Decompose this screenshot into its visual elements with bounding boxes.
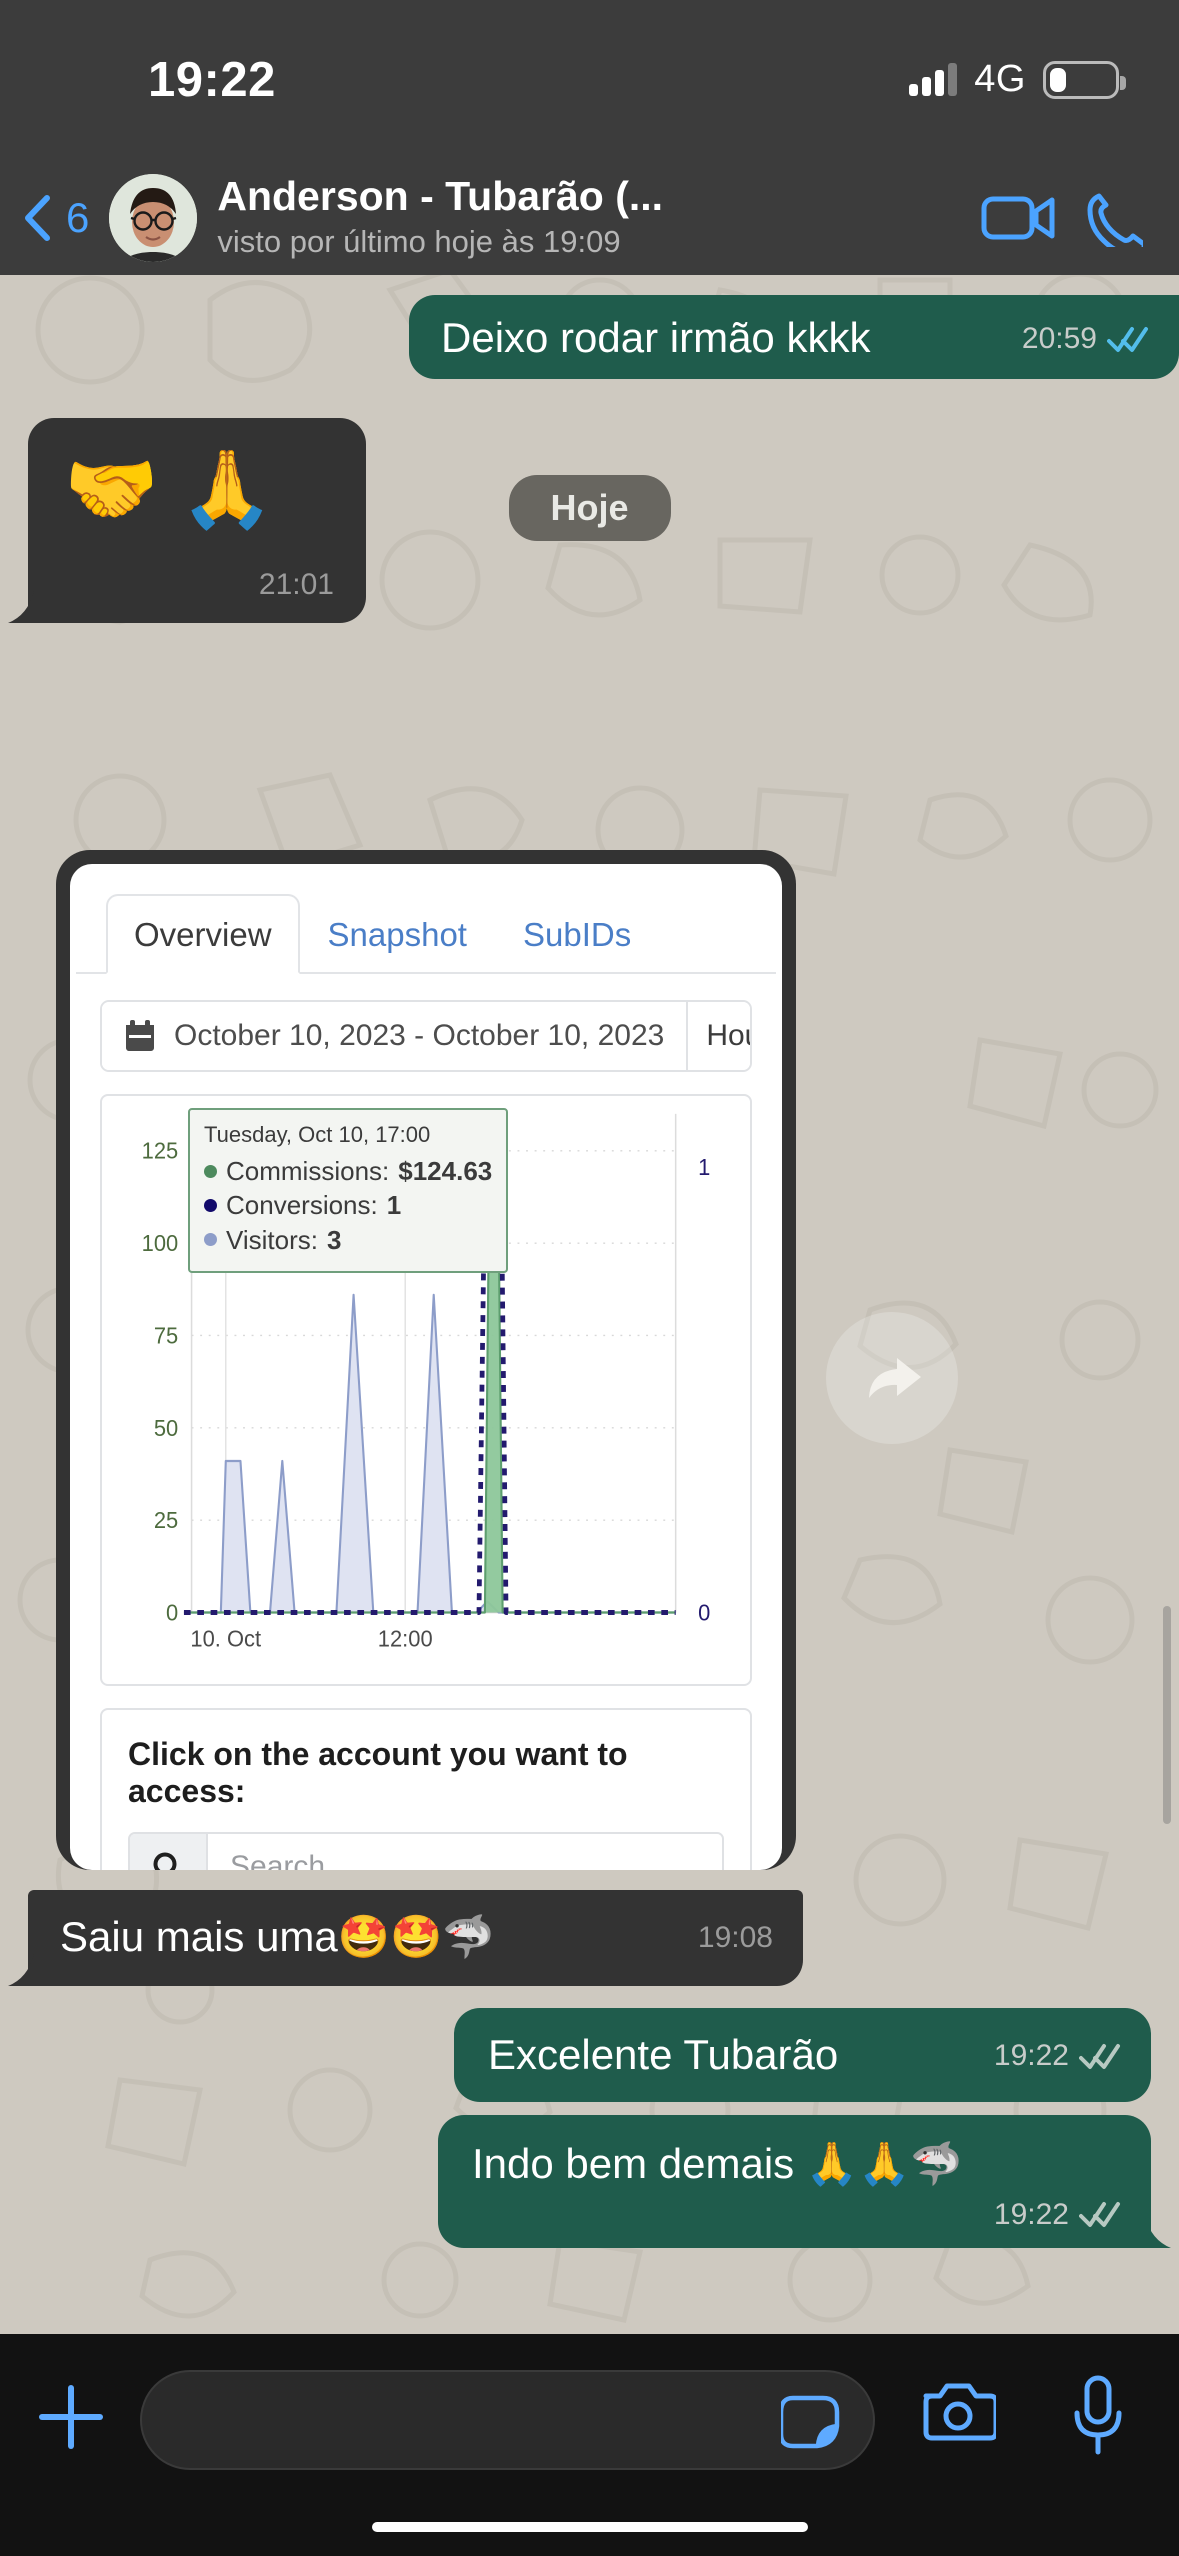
phone-screen: 19:22 4G 6 Anderson - Tubarão (... visto… — [0, 0, 1179, 2556]
message-bubble-outgoing[interactable]: Deixo rodar irmão kkkk 20:59 — [409, 295, 1179, 379]
status-time: 19:22 — [148, 53, 276, 107]
double-check-icon — [1079, 2043, 1120, 2069]
message-bubble-outgoing[interactable]: Indo bem demais 🙏🙏🦈 19:22 — [438, 2115, 1171, 2248]
video-camera-icon[interactable] — [981, 191, 1057, 245]
tooltip-value: 3 — [327, 1224, 342, 1255]
message-meta: 19:08 — [698, 1920, 773, 1961]
home-indicator — [371, 2522, 808, 2532]
forward-button[interactable] — [826, 1312, 958, 1444]
message-input-bar — [0, 2334, 1179, 2556]
bubble-tail — [8, 591, 34, 623]
legend-dot-visitors — [204, 1233, 217, 1247]
double-check-icon — [1079, 2202, 1120, 2228]
avatar-photo — [109, 173, 198, 262]
bubble-tail — [1145, 2215, 1171, 2248]
svg-text:0: 0 — [166, 1600, 178, 1626]
interval-select[interactable]: Hou — [686, 1002, 750, 1070]
svg-text:75: 75 — [154, 1323, 178, 1349]
account-selector-title: Click on the account you want to access: — [128, 1736, 628, 1809]
camera-icon[interactable] — [920, 2378, 996, 2444]
svg-text:25: 25 — [154, 1508, 178, 1534]
date-range-field[interactable]: October 10, 2023 - October 10, 2023 — [102, 1002, 687, 1070]
tooltip-title: Tuesday, Oct 10, 17:00 — [204, 1122, 431, 1147]
phone-icon[interactable] — [1085, 189, 1143, 247]
tab-subids[interactable]: SubIDs — [495, 894, 659, 974]
double-check-icon — [1107, 326, 1148, 352]
message-time: 19:22 — [993, 2039, 1069, 2073]
bubble-tail-top — [1175, 295, 1179, 321]
svg-text:12:00: 12:00 — [378, 1626, 433, 1652]
message-bubble-incoming[interactable]: 🤝 🙏 21:01 — [8, 418, 366, 623]
legend-dot-conversions — [204, 1198, 217, 1212]
forward-arrow-icon — [869, 1358, 921, 1398]
message-emoji: 🤝 🙏 — [64, 447, 275, 532]
signal-strength-icon — [909, 63, 958, 96]
message-bubble-outgoing[interactable]: Excelente Tubarão 19:22 — [454, 2008, 1151, 2102]
contact-name: Anderson - Tubarão (... — [217, 174, 664, 220]
chart-tooltip: Tuesday, Oct 10, 17:00 Commissions: $124… — [188, 1108, 508, 1273]
interval-value: Hou — [706, 1019, 750, 1052]
avatar[interactable] — [109, 173, 198, 262]
tab-snapshot[interactable]: Snapshot — [300, 894, 495, 974]
tooltip-value: $124.63 — [398, 1156, 493, 1186]
message-time: 21:01 — [258, 568, 334, 602]
message-time: 19:22 — [993, 2197, 1069, 2231]
battery-icon — [1043, 60, 1126, 99]
svg-text:1: 1 — [698, 1155, 710, 1181]
calendar-icon — [126, 1020, 154, 1051]
chat-header: 6 Anderson - Tubarão (... visto por últi… — [0, 160, 1179, 275]
status-indicators: 4G — [909, 58, 1126, 101]
message-input[interactable] — [140, 2370, 875, 2470]
header-contact-info[interactable]: Anderson - Tubarão (... visto por último… — [217, 174, 953, 260]
tooltip-label: Conversions: — [226, 1190, 378, 1221]
date-range-value: October 10, 2023 - October 10, 2023 — [174, 1019, 665, 1052]
message-bubble-screenshot-caption[interactable]: Saiu mais uma🤩🤩🦈 19:08 — [8, 1890, 803, 1986]
tab-overview[interactable]: Overview — [106, 894, 300, 974]
tooltip-value: 1 — [386, 1190, 402, 1221]
tooltip-label: Visitors: — [226, 1224, 318, 1255]
status-bar: 19:22 4G — [0, 0, 1179, 160]
chevron-left-icon — [25, 194, 50, 241]
svg-text:10. Oct: 10. Oct — [190, 1626, 261, 1652]
message-time: 19:08 — [697, 1921, 773, 1955]
network-type-label: 4G — [974, 58, 1026, 100]
tab-bar[interactable]: Overview Snapshot SubIDs — [76, 864, 776, 974]
account-selector: Click on the account you want to access: — [100, 1708, 752, 1870]
date-range-control[interactable]: October 10, 2023 - October 10, 2023 Hou — [100, 1000, 752, 1072]
tooltip-row-visitors: Visitors: 3 — [204, 1223, 492, 1257]
screenshot-content: Overview Snapshot SubIDs October 10, 202… — [70, 864, 782, 1870]
tooltip-label: Commissions: — [226, 1156, 390, 1186]
message-meta: 20:59 — [1022, 321, 1149, 362]
account-search-group[interactable] — [128, 1832, 724, 1870]
svg-text:100: 100 — [142, 1231, 179, 1257]
microphone-icon[interactable] — [1068, 2372, 1128, 2458]
message-attachment-screenshot[interactable]: Overview Snapshot SubIDs October 10, 202… — [56, 850, 796, 1870]
tooltip-row-commissions: Commissions: $124.63 — [204, 1154, 492, 1188]
sticker-icon[interactable] — [781, 2388, 849, 2456]
message-text: Deixo rodar irmão kkkk — [441, 314, 871, 361]
bubble-tail — [1169, 349, 1174, 352]
date-divider: Hoje — [508, 475, 671, 541]
contact-last-seen: visto por último hoje às 19:09 — [217, 224, 621, 260]
message-text: Saiu mais uma🤩🤩🦈 — [60, 1913, 495, 1960]
plus-icon[interactable] — [28, 2374, 114, 2460]
bubble-tail — [8, 1953, 34, 1986]
svg-text:125: 125 — [142, 1138, 179, 1164]
svg-text:0: 0 — [698, 1600, 710, 1626]
message-text: Excelente Tubarão — [488, 2031, 839, 2078]
search-icon — [130, 1834, 208, 1870]
scrollbar[interactable] — [1163, 1606, 1171, 1824]
unread-count: 6 — [66, 193, 90, 241]
back-button[interactable]: 6 — [22, 194, 89, 242]
search-input[interactable] — [208, 1834, 722, 1870]
svg-text:50: 50 — [154, 1415, 178, 1441]
message-time: 20:59 — [1021, 322, 1097, 356]
message-meta: 19:22 — [994, 2038, 1121, 2079]
message-text: Indo bem demais 🙏🙏🦈 — [472, 2140, 963, 2187]
tooltip-row-conversions: Conversions: 1 — [204, 1188, 492, 1222]
analytics-chart[interactable]: 0 25 50 75 100 125 0 1 10. Oct 12:00 Tuesday, Oct… — [100, 1094, 752, 1686]
legend-dot-commissions — [204, 1164, 217, 1178]
